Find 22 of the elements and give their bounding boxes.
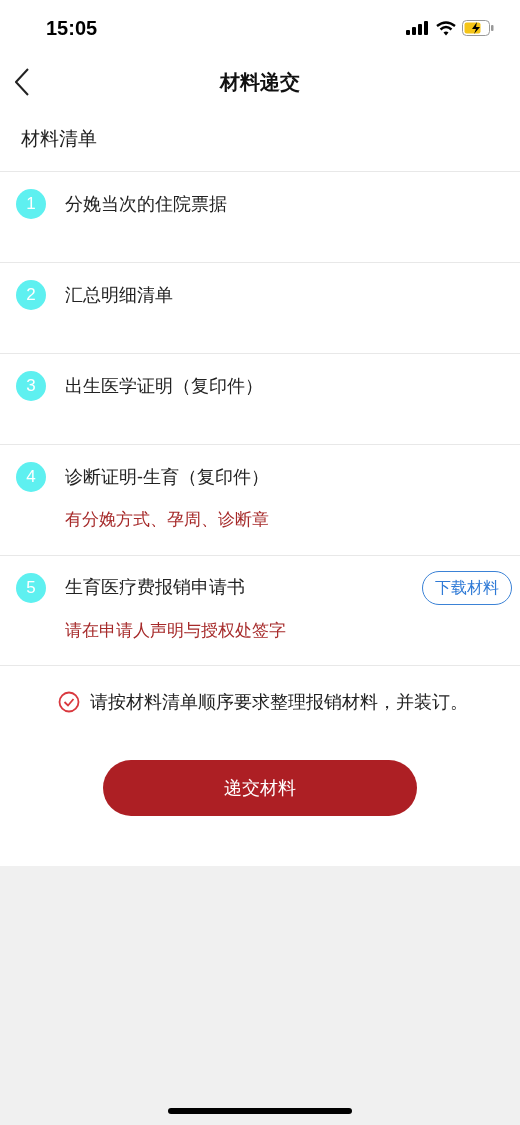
page-title: 材料递交 — [220, 70, 300, 95]
material-note: 有分娩方式、孕周、诊断章 — [65, 509, 270, 531]
step-number: 1 — [16, 189, 46, 219]
section-title: 材料清单 — [21, 127, 97, 152]
confirmation-text: 请按材料清单顺序要求整理报销材料，并装订。 — [90, 690, 468, 714]
battery-icon — [462, 20, 494, 36]
signal-icon — [406, 21, 430, 35]
material-name: 出生医学证明（复印件） — [65, 374, 264, 398]
material-name: 生育医疗费报销申请书 — [65, 576, 246, 599]
status-time: 15:05 — [46, 16, 98, 41]
material-name: 汇总明细清单 — [65, 283, 174, 307]
step-number: 3 — [16, 371, 46, 401]
material-name: 分娩当次的住院票据 — [65, 192, 228, 216]
back-button[interactable] — [12, 68, 32, 96]
material-note: 请在申请人声明与授权处签字 — [65, 619, 287, 642]
checkmark-icon[interactable] — [58, 691, 80, 713]
step-number: 4 — [16, 462, 46, 492]
wifi-icon — [436, 20, 456, 36]
submit-button[interactable]: 递交材料 — [103, 760, 417, 816]
material-name: 诊断证明-生育（复印件） — [65, 465, 270, 489]
step-number: 2 — [16, 280, 46, 310]
step-number: 5 — [16, 572, 46, 603]
